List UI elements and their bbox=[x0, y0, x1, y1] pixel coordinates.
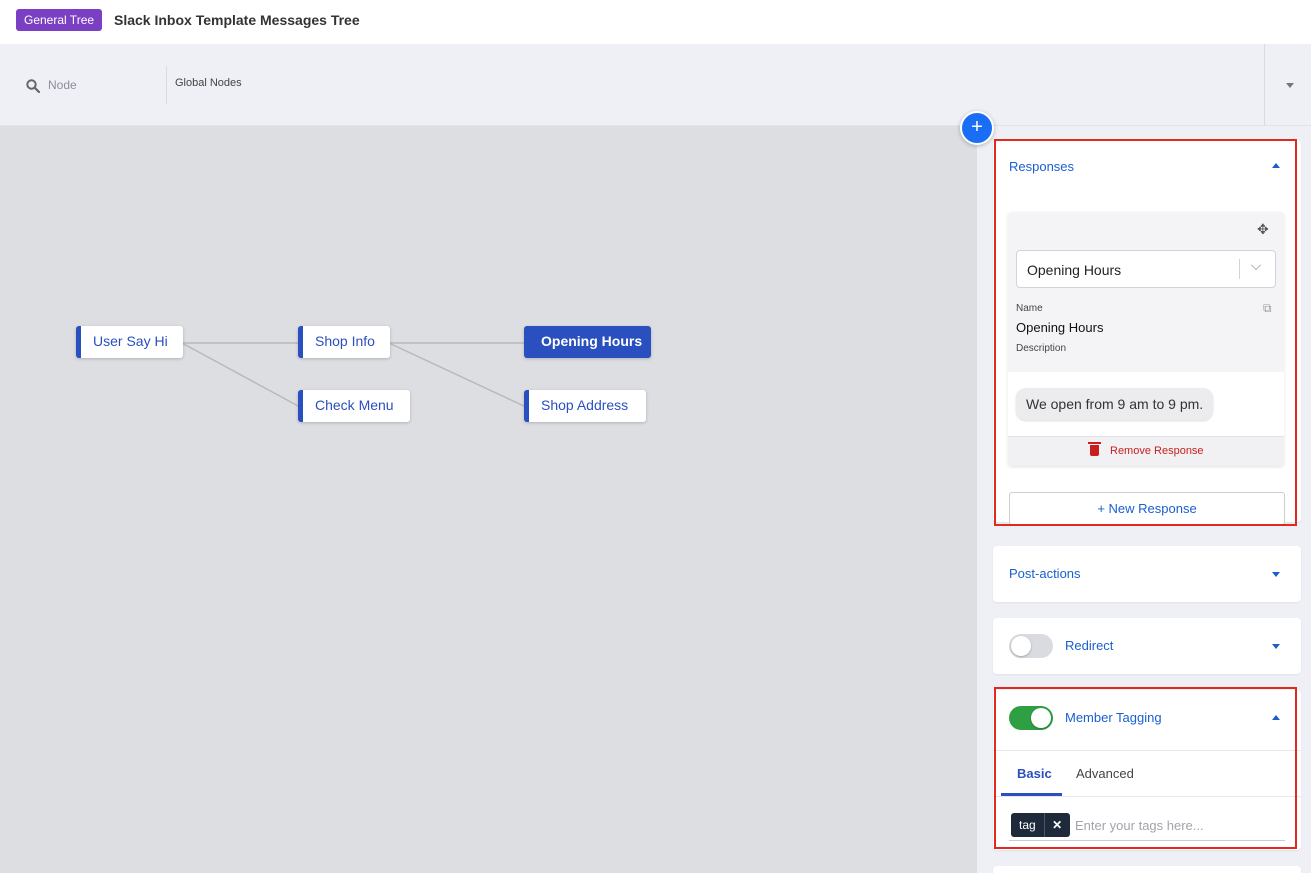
name-value: Opening Hours bbox=[1016, 320, 1104, 335]
top-bar: General Tree Slack Inbox Template Messag… bbox=[0, 0, 1311, 44]
responses-title[interactable]: Responses bbox=[1009, 159, 1074, 174]
chevron-up-icon[interactable] bbox=[1272, 163, 1280, 168]
tag-chip: tag ✕ bbox=[1011, 813, 1070, 837]
tree-node-shop-info[interactable]: Shop Info bbox=[298, 326, 390, 358]
name-label: Name bbox=[1016, 303, 1043, 314]
redirect-card[interactable]: Redirect bbox=[993, 618, 1301, 674]
new-response-button[interactable]: + New Response bbox=[1009, 492, 1285, 525]
response-select[interactable]: Opening Hours bbox=[1016, 250, 1276, 288]
redirect-title[interactable]: Redirect bbox=[1065, 638, 1113, 653]
page-title: Slack Inbox Template Messages Tree bbox=[114, 12, 360, 28]
post-actions-title[interactable]: Post-actions bbox=[1009, 566, 1081, 581]
toggle-knob bbox=[1011, 636, 1031, 656]
member-tagging-title[interactable]: Member Tagging bbox=[1065, 710, 1162, 725]
add-node-button[interactable]: + bbox=[960, 111, 994, 145]
node-search-input[interactable]: Node bbox=[48, 78, 77, 92]
chevron-up-icon[interactable] bbox=[1272, 715, 1280, 720]
chevron-down-icon[interactable] bbox=[1251, 260, 1261, 270]
remove-response-label: Remove Response bbox=[1110, 445, 1204, 457]
remove-response-button[interactable]: Remove Response bbox=[1008, 436, 1284, 466]
tree-type-badge: General Tree bbox=[16, 9, 103, 31]
response-item: ✥ Opening Hours Name ⧉ Opening Hours Des… bbox=[1008, 212, 1284, 466]
node-connectors bbox=[181, 342, 527, 408]
redirect-toggle[interactable] bbox=[1009, 634, 1053, 658]
tree-node-opening-hours[interactable]: Opening Hours bbox=[524, 326, 651, 358]
search-icon bbox=[26, 79, 40, 93]
tab-basic[interactable]: Basic bbox=[1017, 766, 1052, 781]
tag-input[interactable]: Enter your tags here... bbox=[1075, 818, 1204, 833]
next-section-card bbox=[993, 866, 1301, 873]
tabs-divider bbox=[993, 750, 1301, 751]
message-bubble: We open from 9 am to 9 pm. bbox=[1016, 388, 1214, 420]
search-divider bbox=[166, 66, 167, 104]
toggle-knob bbox=[1031, 708, 1051, 728]
description-label: Description bbox=[1016, 343, 1067, 354]
trash-icon bbox=[1088, 442, 1101, 456]
tree-canvas[interactable]: User Say Hi Shop Info Check Menu Opening… bbox=[0, 126, 977, 873]
tabs-bottom-border bbox=[993, 796, 1301, 797]
external-link-icon[interactable]: ⧉ bbox=[1263, 301, 1272, 316]
tag-chip-label: tag bbox=[1019, 818, 1036, 832]
response-select-value: Opening Hours bbox=[1027, 262, 1122, 278]
tree-node-check-menu[interactable]: Check Menu bbox=[298, 390, 410, 422]
tab-advanced[interactable]: Advanced bbox=[1076, 766, 1134, 781]
close-icon[interactable]: ✕ bbox=[1043, 813, 1070, 837]
tree-node-user-say-hi[interactable]: User Say Hi bbox=[76, 326, 183, 358]
chevron-down-icon[interactable] bbox=[1272, 572, 1280, 577]
member-tagging-toggle[interactable] bbox=[1009, 706, 1053, 730]
select-separator bbox=[1239, 259, 1240, 279]
dropdown-divider bbox=[1264, 44, 1265, 126]
message-preview: We open from 9 am to 9 pm. bbox=[1008, 372, 1284, 436]
chevron-down-icon[interactable] bbox=[1272, 644, 1280, 649]
tag-input-underline bbox=[1009, 840, 1285, 841]
chevron-down-icon[interactable] bbox=[1286, 83, 1294, 88]
scope-select[interactable]: Global Nodes bbox=[175, 77, 242, 89]
responses-card: Responses ✥ Opening Hours Name ⧉ Opening… bbox=[993, 140, 1301, 525]
node-settings-panel: Responses ✥ Opening Hours Name ⧉ Opening… bbox=[977, 126, 1311, 873]
member-tagging-card: Member Tagging Basic Advanced tag ✕ Enter… bbox=[993, 690, 1301, 850]
tree-node-shop-address[interactable]: Shop Address bbox=[524, 390, 646, 422]
drag-handle-icon[interactable]: ✥ bbox=[1257, 221, 1269, 238]
node-search-bar: Node Global Nodes bbox=[0, 44, 1311, 126]
post-actions-card[interactable]: Post-actions bbox=[993, 546, 1301, 602]
